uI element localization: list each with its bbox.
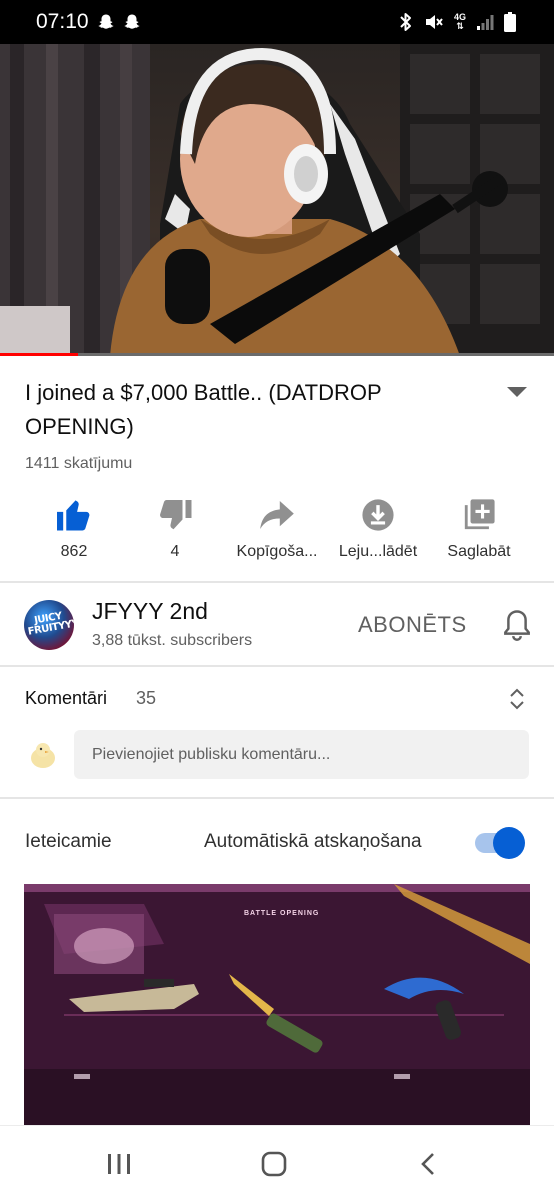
download-button[interactable]: Leju...lādēt bbox=[323, 495, 433, 561]
view-count: 1411 skatījumu bbox=[25, 455, 133, 472]
bell-icon[interactable] bbox=[502, 609, 532, 641]
autoplay-toggle-knob bbox=[493, 827, 525, 859]
dislike-count: 4 bbox=[170, 543, 180, 560]
share-label: Kopīgoša... bbox=[236, 543, 318, 560]
divider bbox=[0, 581, 554, 583]
save-label: Saglabāt bbox=[447, 543, 511, 560]
download-label: Leju...lādēt bbox=[338, 543, 418, 560]
channel-avatar[interactable]: JUICY FRUITYYY bbox=[24, 600, 74, 650]
bluetooth-icon bbox=[400, 13, 411, 31]
thumbs-up-icon bbox=[57, 500, 90, 531]
user-avatar bbox=[31, 743, 55, 768]
download-icon bbox=[362, 499, 394, 531]
action-bar: 862 4 Kopīgoša... Leju...lādēt Saglabāt bbox=[0, 495, 554, 565]
thumbnail-art bbox=[24, 884, 530, 1125]
subscriber-count: 3,88 tūkst. subscribers bbox=[92, 632, 253, 649]
save-button[interactable]: Saglabāt bbox=[424, 495, 534, 561]
autoplay-label: Automātiskā atskaņošana bbox=[204, 831, 422, 852]
channel-name[interactable]: JFYYY 2nd bbox=[92, 598, 208, 625]
video-progress-track[interactable] bbox=[0, 353, 554, 356]
autoplay-toggle[interactable] bbox=[473, 827, 525, 859]
status-bar: 07:10 4G ⇅ bbox=[0, 0, 554, 44]
recent-apps-icon[interactable] bbox=[106, 1152, 132, 1176]
subscribed-button[interactable]: ABONĒTS bbox=[358, 612, 467, 638]
recommended-title: Ieteicamie bbox=[25, 831, 112, 852]
expand-collapse-icon[interactable] bbox=[508, 686, 526, 712]
share-icon bbox=[260, 501, 294, 529]
comment-input[interactable]: Pievienojiet publisku komentāru... bbox=[74, 730, 529, 779]
like-count: 862 bbox=[60, 543, 88, 560]
channel-avatar-text: JUICY FRUITYYY bbox=[27, 610, 74, 638]
share-button[interactable]: Kopīgoša... bbox=[222, 495, 332, 561]
save-to-playlist-icon bbox=[464, 499, 495, 530]
divider bbox=[0, 665, 554, 667]
snapchat-icon bbox=[124, 14, 140, 29]
video-title[interactable]: I joined a $7,000 Battle.. (DATDROP OPEN… bbox=[25, 376, 495, 444]
signal-icon bbox=[477, 15, 494, 30]
video-frame bbox=[0, 44, 554, 356]
status-time: 07:10 bbox=[36, 10, 89, 33]
system-nav-bar bbox=[0, 1125, 554, 1201]
like-button[interactable]: 862 bbox=[19, 495, 129, 561]
comments-count: 35 bbox=[136, 688, 157, 708]
divider bbox=[0, 797, 554, 799]
recommended-video-thumbnail[interactable]: BATTLE OPENING bbox=[24, 884, 530, 1125]
battery-icon bbox=[504, 12, 516, 32]
network-4g-icon: 4G ⇅ bbox=[453, 12, 466, 31]
comments-title[interactable]: Komentāri bbox=[25, 688, 107, 709]
mute-icon bbox=[425, 15, 443, 29]
back-icon[interactable] bbox=[418, 1151, 438, 1177]
thumbs-down-icon bbox=[160, 500, 192, 530]
expand-description-icon[interactable] bbox=[505, 384, 529, 400]
video-player[interactable] bbox=[0, 44, 554, 356]
home-icon[interactable] bbox=[260, 1150, 288, 1178]
snapchat-icon bbox=[98, 14, 114, 29]
thumbnail-text: BATTLE OPENING bbox=[244, 910, 320, 917]
dislike-button[interactable]: 4 bbox=[120, 495, 230, 561]
video-progress-fill bbox=[0, 353, 78, 356]
